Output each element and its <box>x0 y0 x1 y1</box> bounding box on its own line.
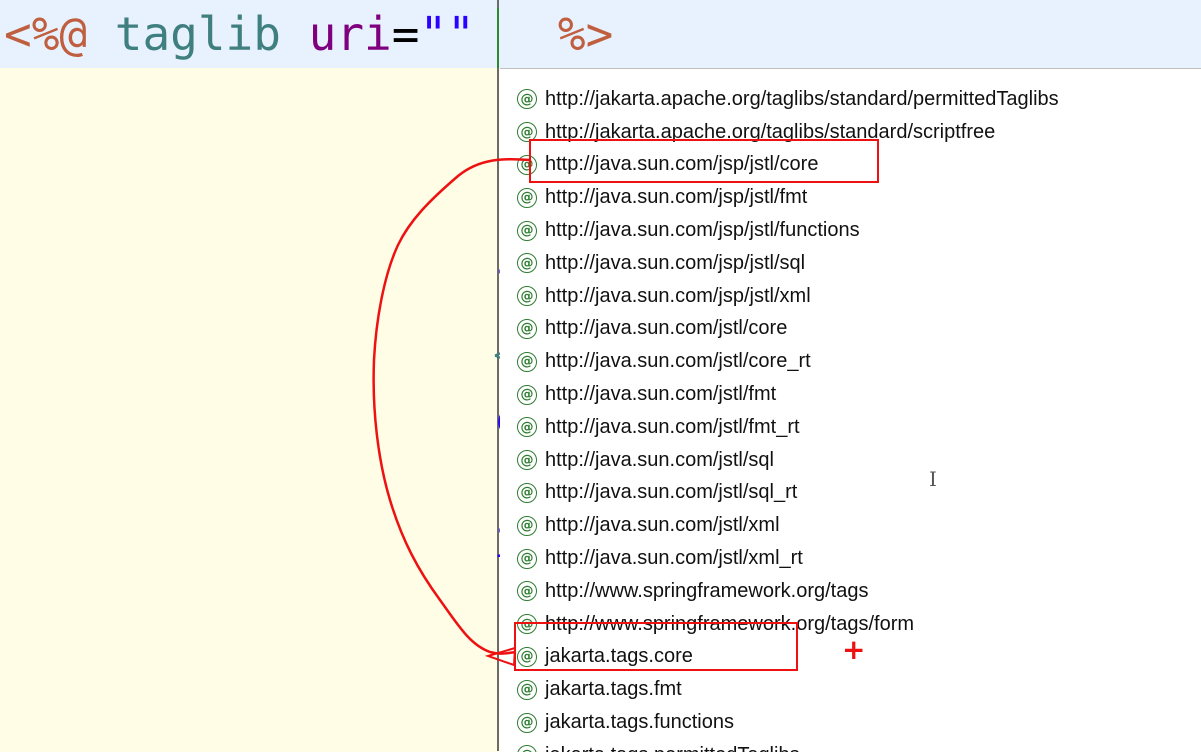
proposal-item[interactable]: @ http://java.sun.com/jsp/jstl/functions <box>500 214 1059 247</box>
proposal-item[interactable]: @jakarta.tags.permittedTaglibs <box>500 739 1059 752</box>
at-icon: @ <box>517 220 537 241</box>
proposal-label: http://java.sun.com/jstl/sql <box>545 448 774 471</box>
at-icon: @ <box>517 482 537 503</box>
proposal-item[interactable]: @ http://java.sun.com/jstl/core_rt <box>500 345 1059 378</box>
plus-marker: + <box>842 633 866 666</box>
highlight-box-jstl-core <box>529 139 879 183</box>
jsp-close-delimiter: %> <box>474 7 614 61</box>
at-icon: @ <box>517 679 537 700</box>
proposal-item[interactable]: @ http://java.sun.com/jstl/sql_rt <box>500 477 1059 510</box>
highlight-box-jakarta-tags-core <box>514 622 798 671</box>
proposal-label: http://java.sun.com/jstl/xml <box>545 514 780 537</box>
proposal-label: http://java.sun.com/jsp/jstl/xml <box>545 284 811 307</box>
at-icon: @ <box>517 548 537 569</box>
at-icon: @ <box>517 417 537 438</box>
at-icon: @ <box>517 450 537 471</box>
uri-value[interactable]: "" <box>419 7 474 61</box>
at-icon: @ <box>517 581 537 602</box>
at-icon: @ <box>517 318 537 339</box>
proposal-label: http://java.sun.com/jstl/sql_rt <box>545 481 798 504</box>
at-icon: @ <box>517 384 537 405</box>
proposal-item[interactable]: @ http://jakarta.apache.org/taglibs/stand… <box>500 83 1059 116</box>
ibeam-cursor-icon: I <box>929 467 937 491</box>
proposal-label: http://jakarta.apache.org/taglibs/standa… <box>545 87 1059 110</box>
jsp-open-delimiter: <%@ <box>4 7 115 61</box>
proposal-item[interactable]: @ http://java.sun.com/jsp/jstl/fmt <box>500 181 1059 214</box>
proposal-item[interactable]: @ jakarta.tags.functions <box>500 706 1059 739</box>
at-icon: @ <box>517 187 537 208</box>
proposal-label: http://java.sun.com/jstl/fmt <box>545 383 777 406</box>
uri-attribute: uri <box>308 7 392 61</box>
proposal-item[interactable]: @ http://java.sun.com/jstl/fmt <box>500 378 1059 411</box>
taglib-directive[interactable]: <%@ taglib uri="" %> <box>4 6 613 62</box>
proposal-label: http://www.springframework.org/tags <box>545 579 869 602</box>
at-icon: @ <box>517 286 537 307</box>
proposal-item[interactable]: @ http://java.sun.com/jstl/xml <box>500 509 1059 542</box>
proposal-label: jakarta.tags.fmt <box>545 678 682 701</box>
proposal-label: http://java.sun.com/jstl/core_rt <box>545 350 811 373</box>
at-icon: @ <box>517 712 537 733</box>
proposal-item[interactable]: @ http://www.springframework.org/tags <box>500 575 1059 608</box>
editor-area[interactable] <box>0 68 497 751</box>
proposal-item[interactable]: @ http://java.sun.com/jstl/sql <box>500 444 1059 477</box>
proposal-item[interactable]: @ http://java.sun.com/jstl/core <box>500 313 1059 346</box>
proposal-label: http://java.sun.com/jsp/jstl/fmt <box>545 186 808 209</box>
at-icon: @ <box>517 89 537 110</box>
proposal-item[interactable]: @ jakarta.tags.fmt <box>500 673 1059 706</box>
proposal-item[interactable]: @ http://java.sun.com/jsp/jstl/xml <box>500 280 1059 313</box>
proposal-label: http://java.sun.com/jsp/jstl/sql <box>545 251 806 274</box>
proposal-label: http://java.sun.com/jstl/xml_rt <box>545 547 803 570</box>
equals-sign: = <box>391 7 420 61</box>
code-line[interactable]: <%@ taglib uri="" %> <box>0 0 1201 68</box>
proposal-label: http://java.sun.com/jsp/jstl/functions <box>545 219 860 242</box>
proposal-item[interactable]: @ http://java.sun.com/jstl/xml_rt <box>500 542 1059 575</box>
proposal-label: http://java.sun.com/jstl/fmt_rt <box>545 415 800 438</box>
proposal-label: jakarta.tags.functions <box>545 711 734 734</box>
proposal-item[interactable]: @ http://java.sun.com/jsp/jstl/sql <box>500 247 1059 280</box>
proposal-label: http://java.sun.com/jstl/core <box>545 317 788 340</box>
at-icon: @ <box>517 253 537 274</box>
text-caret <box>497 8 499 68</box>
at-icon: @ <box>517 351 537 372</box>
taglib-keyword: taglib <box>114 7 309 61</box>
editor-divider <box>497 0 499 751</box>
proposal-item[interactable]: @ http://java.sun.com/jstl/fmt_rt <box>500 411 1059 444</box>
at-icon: @ <box>517 515 537 536</box>
